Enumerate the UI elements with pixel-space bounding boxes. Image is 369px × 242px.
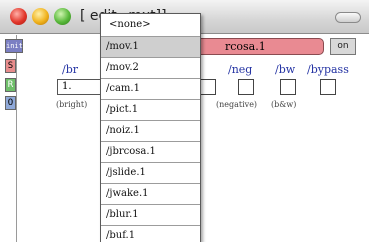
menu-item-blur-1[interactable]: /blur.1 [101, 205, 200, 226]
caption-bright: (bright) [56, 100, 88, 109]
patch-cord [16, 35, 17, 242]
caption-bw: (b&w) [271, 100, 297, 109]
brightness-number-box[interactable]: 1. [57, 79, 105, 95]
init-button[interactable]: init [5, 39, 23, 53]
r-box[interactable]: R [5, 78, 16, 92]
on-button[interactable]: on [330, 38, 356, 55]
menu-item-mov-1[interactable]: /mov.1 [101, 37, 200, 58]
negative-toggle[interactable] [238, 79, 254, 95]
menu-item-cam-1[interactable]: /cam.1 [101, 79, 200, 100]
param-neg-label: /neg [228, 63, 253, 76]
menu-item-buf-1[interactable]: /buf.1 [101, 226, 200, 242]
toggle-1[interactable] [200, 79, 216, 95]
close-window-button[interactable] [10, 8, 27, 25]
param-bw-label: /bw [275, 63, 296, 76]
menu-item-noiz-1[interactable]: /noiz.1 [101, 121, 200, 142]
menu-item-jslide-1[interactable]: /jslide.1 [101, 163, 200, 184]
bypass-toggle[interactable] [320, 79, 336, 95]
menu-item-jbrcosa-1[interactable]: /jbrcosa.1 [101, 142, 200, 163]
menu-item-jwake-1[interactable]: /jwake.1 [101, 184, 200, 205]
param-bypass-label: /bypass [307, 63, 349, 76]
menu-item-none[interactable]: <none> [101, 14, 200, 37]
zoom-window-button[interactable] [54, 8, 71, 25]
caption-negative: (negative) [216, 100, 258, 109]
menu-item-pict-1[interactable]: /pict.1 [101, 100, 200, 121]
s-box[interactable]: S [5, 59, 16, 73]
effect-popup-menu: <none> /mov.1 /mov.2 /cam.1 /pict.1 /noi… [100, 13, 201, 242]
bw-toggle[interactable] [280, 79, 296, 95]
effect-umenu[interactable]: rcosa.1 [200, 38, 324, 55]
toolbar-toggle-button[interactable] [335, 12, 361, 23]
param-br-label: /br [62, 63, 79, 76]
menu-item-mov-2[interactable]: /mov.2 [101, 58, 200, 79]
minimize-window-button[interactable] [32, 8, 49, 25]
o-box[interactable]: O [5, 96, 16, 110]
